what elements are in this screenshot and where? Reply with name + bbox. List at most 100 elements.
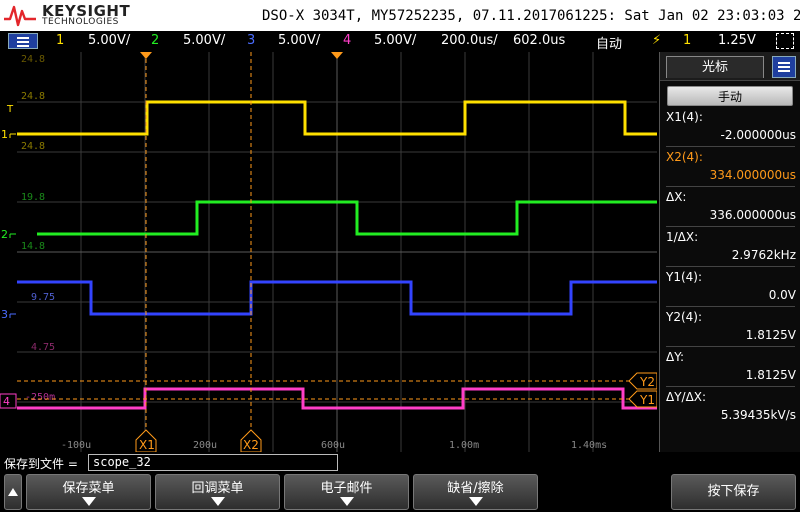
up-arrow-icon	[8, 488, 18, 496]
ch3-scale[interactable]: 5.00V/	[278, 33, 320, 48]
email-label: 电子邮件	[320, 481, 373, 496]
channel-status-bar: 1 5.00V/ 2 5.00V/ 3 5.00V/ 4 5.00V/ 200.…	[0, 31, 800, 52]
display-grid-icon[interactable]	[776, 33, 794, 49]
back-up-button[interactable]	[4, 474, 22, 510]
trigger-edge-icon: ⚡	[652, 33, 662, 48]
level-label: -250m	[25, 392, 55, 403]
level-label: 9.75	[31, 292, 55, 303]
dx-value: 336.000000us	[709, 208, 796, 222]
svg-text:X1: X1	[139, 438, 155, 452]
cursor-lines	[17, 52, 639, 438]
dydx-value: 5.39435kV/s	[720, 408, 796, 422]
svg-text:3: 3	[1, 308, 8, 321]
y1-value: 0.0V	[768, 288, 796, 302]
down-arrow-icon	[468, 497, 483, 506]
reference-marker-icon	[331, 52, 343, 59]
time-label: 200u	[193, 440, 217, 451]
down-arrow-icon	[81, 497, 96, 506]
divider	[666, 306, 795, 307]
time-label: 1.00m	[449, 440, 479, 451]
softkey-bar: 保存菜单 回调菜单 电子邮件 缺省/擦除 按下保存	[0, 472, 800, 512]
keysight-logo-icon	[4, 5, 36, 27]
svg-text:2: 2	[1, 228, 8, 241]
trigger-mode[interactable]: 自动	[596, 33, 622, 52]
dydx-label: ΔY/ΔX:	[666, 390, 707, 404]
ch2-ground-marker: 2	[1, 228, 16, 241]
waveform-display[interactable]: 24.8 24.8 24.8 19.8 14.8 9.75 4.75 -250m…	[17, 52, 657, 452]
level-label: 24.8	[21, 141, 45, 152]
ch2-number[interactable]: 2	[151, 33, 159, 48]
ch1-scale[interactable]: 5.00V/	[88, 33, 130, 48]
press-to-save-button[interactable]: 按下保存	[671, 474, 796, 510]
save-file-row: 保存到文件 = scope_32	[0, 452, 659, 472]
graticule-svg: 24.8 24.8 24.8 19.8 14.8 9.75 4.75 -250m…	[17, 52, 657, 452]
svg-text:Y1: Y1	[639, 393, 655, 407]
default-erase-button[interactable]: 缺省/擦除	[413, 474, 538, 510]
svg-text:Y2: Y2	[639, 375, 655, 389]
scope-info-title: DSO-X 3034T, MY57252235, 07.11.201706122…	[262, 8, 800, 24]
y2-value: 1.8125V	[745, 328, 796, 342]
level-label: 24.8	[21, 91, 45, 102]
level-label: 24.8	[21, 54, 45, 65]
ch2-trace	[37, 200, 657, 236]
divider	[666, 146, 795, 147]
ch4-number[interactable]: 4	[343, 33, 351, 48]
timebase-scale[interactable]: 200.0us/	[441, 33, 498, 48]
save-file-label: 保存到文件 =	[4, 457, 78, 471]
trigger-level[interactable]: 1.25V	[718, 33, 756, 48]
cursor-panel-header: 光标	[660, 52, 800, 81]
ch4-scale[interactable]: 5.00V/	[374, 33, 416, 48]
x2-value: 334.000000us	[709, 168, 796, 182]
tab-cursors[interactable]: 光标	[666, 56, 764, 78]
recall-menu-label: 回调菜单	[191, 481, 244, 496]
cursor-mode-button[interactable]: 手动	[667, 86, 793, 106]
ch3-ground-marker: 3	[1, 308, 16, 321]
ch1-ground-marker: 1	[1, 128, 16, 141]
svg-text:1: 1	[1, 128, 8, 141]
x2-label: X2(4):	[666, 150, 703, 164]
ch2-scale[interactable]: 5.00V/	[183, 33, 225, 48]
level-label: 19.8	[21, 192, 45, 203]
trigger-source[interactable]: 1	[683, 33, 691, 48]
dx-label: ΔX:	[666, 190, 687, 204]
ch3-number[interactable]: 3	[247, 33, 255, 48]
trigger-marker: T	[6, 104, 14, 115]
cursor-panel: 光标 手动 X1(4): -2.000000us X2(4): 334.0000…	[659, 52, 800, 452]
svg-text:4: 4	[3, 395, 10, 408]
divider	[666, 346, 795, 347]
down-arrow-icon	[339, 497, 354, 506]
divider	[666, 386, 795, 387]
recall-menu-button[interactable]: 回调菜单	[155, 474, 280, 510]
inv-dx-label: 1/ΔX:	[666, 230, 699, 244]
x1-label: X1(4):	[666, 110, 703, 124]
divider	[666, 266, 795, 267]
divider	[666, 226, 795, 227]
level-label: 4.75	[31, 342, 55, 353]
time-label: 600u	[321, 440, 345, 451]
dy-value: 1.8125V	[745, 368, 796, 382]
time-delay[interactable]: 602.0us	[513, 33, 565, 48]
y1-label: Y1(4):	[666, 270, 703, 284]
brand-subtitle: TECHNOLOGIES	[42, 17, 119, 27]
time-label: 1.40ms	[571, 440, 607, 451]
time-label: -100u	[61, 440, 91, 451]
y2-label: Y2(4):	[666, 310, 703, 324]
dy-label: ΔY:	[666, 350, 684, 364]
down-arrow-icon	[210, 497, 225, 506]
ch4-ground-marker: 4	[0, 393, 17, 409]
panel-menu-icon[interactable]	[772, 56, 796, 78]
divider	[666, 186, 795, 187]
press-to-save-label: 按下保存	[707, 484, 760, 499]
svg-text:X2: X2	[243, 438, 259, 452]
save-menu-label: 保存菜单	[62, 481, 115, 496]
x1-value: -2.000000us	[720, 128, 796, 142]
email-button[interactable]: 电子邮件	[284, 474, 409, 510]
header-bar: KEYSIGHT TECHNOLOGIES DSO-X 3034T, MY572…	[0, 0, 800, 31]
filename-field[interactable]: scope_32	[88, 454, 338, 471]
main-menu-icon[interactable]	[8, 33, 38, 49]
save-menu-button[interactable]: 保存菜单	[26, 474, 151, 510]
ch1-number[interactable]: 1	[56, 33, 64, 48]
default-erase-label: 缺省/擦除	[447, 481, 504, 496]
channel-markers: T 1 2 3 4	[0, 104, 17, 409]
level-label: 14.8	[21, 241, 45, 252]
